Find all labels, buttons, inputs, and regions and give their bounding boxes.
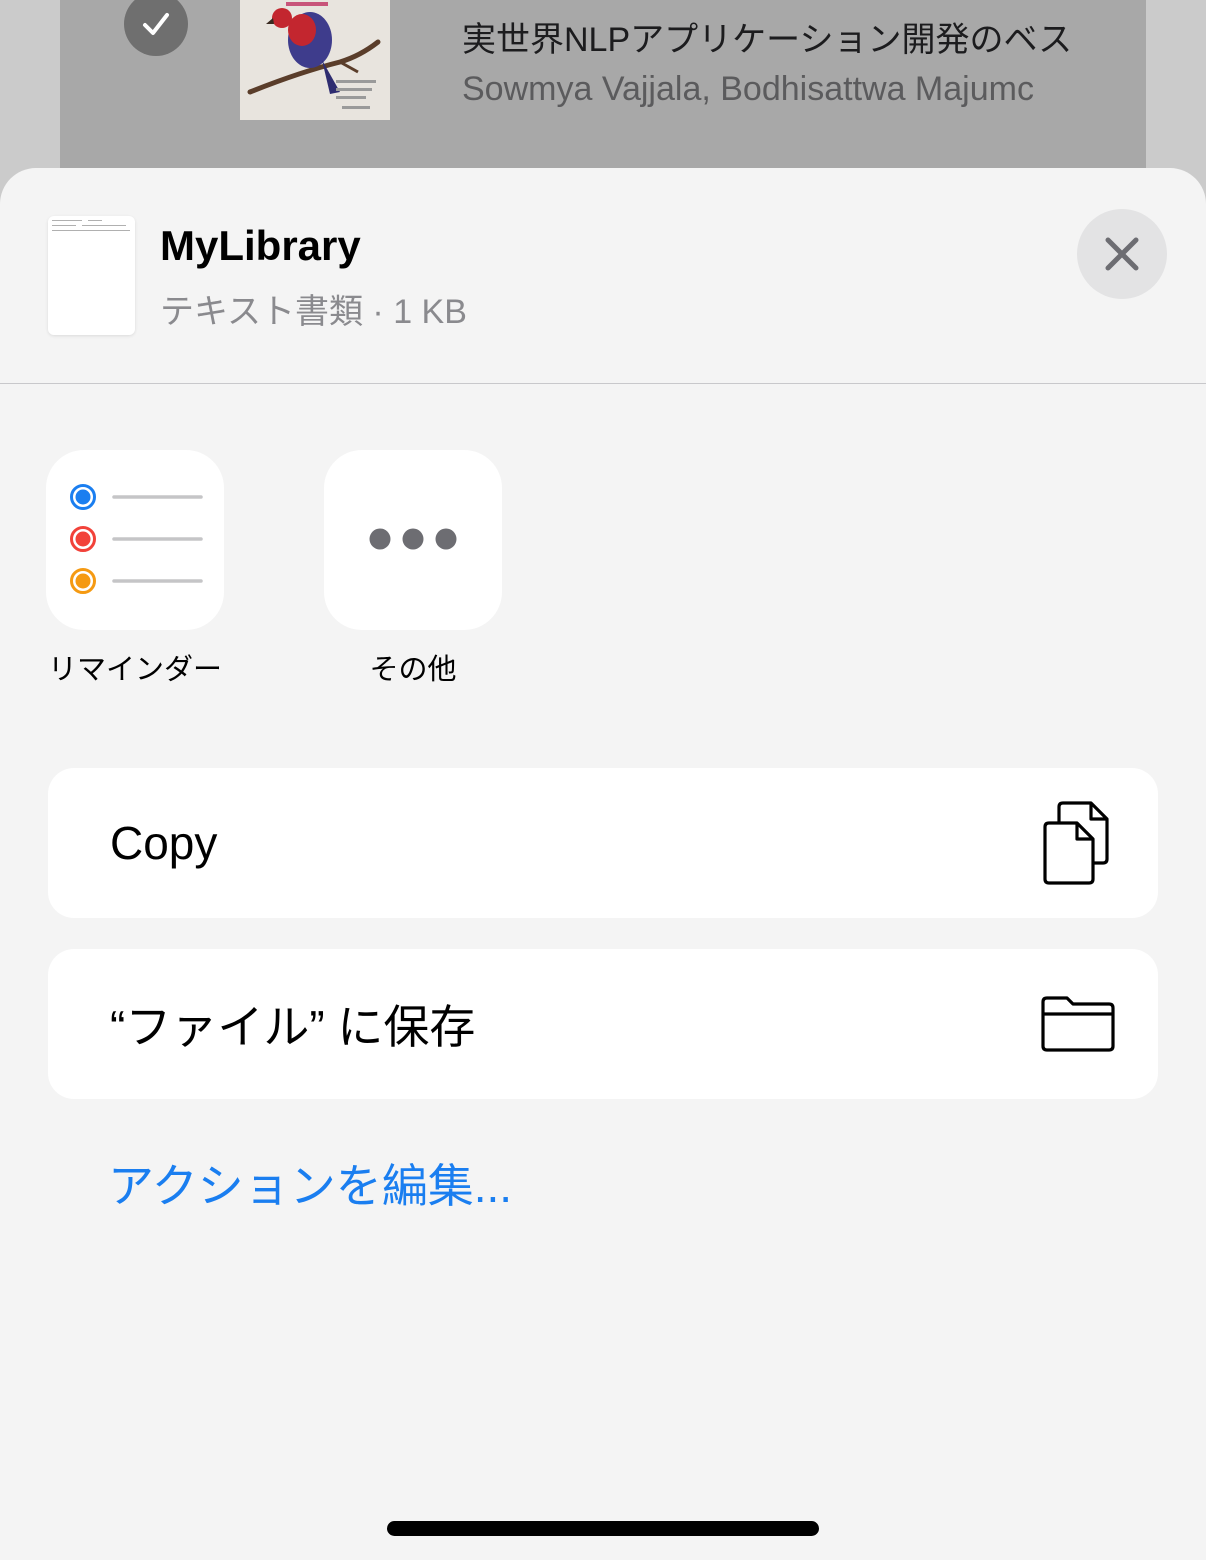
folder-icon xyxy=(1038,979,1118,1069)
share-sheet: MyLibrary テキスト書類 · 1 KB リマインダー その他 Copy … xyxy=(0,168,1206,1560)
header-divider xyxy=(0,383,1206,384)
home-indicator[interactable] xyxy=(387,1521,819,1536)
more-apps-button[interactable] xyxy=(324,450,502,630)
close-icon xyxy=(1105,237,1139,271)
file-name: MyLibrary xyxy=(160,222,361,269)
save-to-files-label: “ファイル” に保存 xyxy=(110,1001,476,1053)
document-thumbnail xyxy=(48,216,135,335)
share-screen: 実世界NLPアプリケーション開発のベス Sowmya Vajjala, Bodh… xyxy=(0,0,1206,1560)
more-apps-label: その他 xyxy=(369,654,457,686)
reminders-icon xyxy=(70,484,203,594)
copy-action[interactable]: Copy xyxy=(48,768,1158,918)
edit-actions-link[interactable]: アクションを編集... xyxy=(108,1150,512,1216)
book-cover xyxy=(240,0,390,120)
copy-icon xyxy=(1038,798,1118,888)
more-icon xyxy=(369,528,457,550)
save-to-files-action[interactable]: “ファイル” に保存 xyxy=(48,949,1158,1099)
book-title: 実世界NLPアプリケーション開発のベス xyxy=(462,21,1073,59)
close-button[interactable] xyxy=(1077,209,1167,299)
copy-action-label: Copy xyxy=(110,817,218,869)
file-info: テキスト書類 · 1 KB xyxy=(160,293,467,331)
book-author: Sowmya Vajjala, Bodhisattwa Majumc xyxy=(462,70,1034,108)
reminders-app-button[interactable] xyxy=(46,450,224,630)
reminders-label: リマインダー xyxy=(47,654,222,686)
